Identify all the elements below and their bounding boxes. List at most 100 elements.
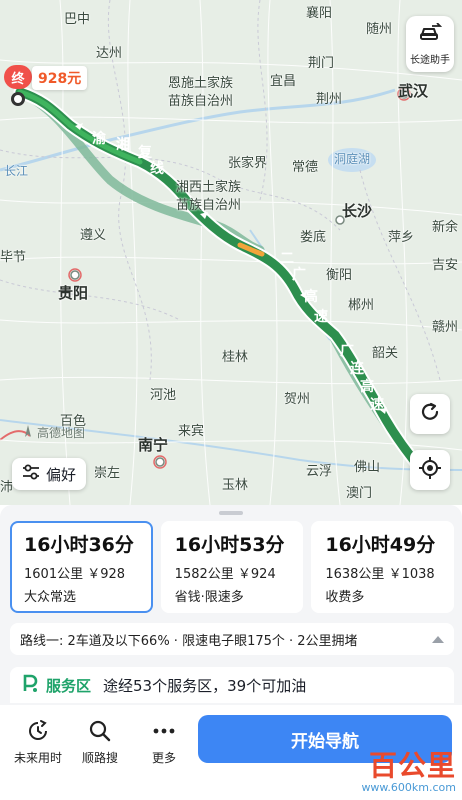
city-label: 来宾 bbox=[178, 424, 205, 439]
route-option-1[interactable]: 16小时36分 1601公里 ￥928 大众常选 bbox=[10, 521, 153, 613]
service-area-title: 服务区 bbox=[46, 676, 92, 695]
refresh-button[interactable] bbox=[410, 394, 450, 434]
city-label: 长沙 bbox=[342, 202, 373, 220]
city-label: 湘西土家族 bbox=[176, 180, 242, 195]
route-distance: 1638公里 bbox=[325, 567, 385, 582]
search-along-button[interactable]: 顺路搜 bbox=[72, 717, 128, 766]
action-bar: 未来用时 顺路搜 更多 开始导航 百公里 www.600km.com bbox=[0, 705, 462, 800]
city-label: 云浮 bbox=[306, 464, 333, 479]
route-option-2[interactable]: 16小时53分 1582公里 ￥924 省钱·限速多 bbox=[160, 521, 304, 613]
road-label: 高 bbox=[304, 289, 318, 305]
city-label: 随州 bbox=[366, 22, 393, 37]
route-option-3[interactable]: 16小时49分 1638公里 ￥1038 收费多 bbox=[311, 521, 455, 613]
more-label: 更多 bbox=[151, 751, 176, 765]
route-tag: 收费多 bbox=[325, 590, 365, 605]
road-label: 广 bbox=[340, 343, 354, 359]
city-label: 苗族自治州 bbox=[168, 94, 234, 109]
route-info-bar[interactable]: 路线一: 2车道及以下66% · 限速电子眼175个 · 2公里拥堵 bbox=[10, 623, 454, 655]
search-icon bbox=[88, 717, 112, 745]
brand-watermark: 百公里 www.600km.com bbox=[361, 749, 456, 795]
sheet-drag-handle[interactable] bbox=[219, 511, 243, 515]
clock-icon bbox=[26, 717, 50, 745]
city-label: 张家界 bbox=[228, 156, 268, 171]
map-view[interactable]: 巴中 达州 襄阳 随州 荆门 恩施土家族 苗族自治州 宜昌 荆州 武汉 长江 张… bbox=[0, 0, 462, 505]
watermark-text: 高德地图 bbox=[37, 426, 86, 440]
city-label: 南宁 bbox=[138, 436, 169, 454]
city-label: 澳门 bbox=[346, 486, 373, 501]
city-label: 崇左 bbox=[94, 466, 121, 481]
locate-icon bbox=[418, 456, 442, 484]
route-sheet: 16小时36分 1601公里 ￥928 大众常选 16小时53分 1582公里 … bbox=[0, 505, 462, 800]
road-label: 速 bbox=[314, 309, 328, 325]
route-distance: 1582公里 bbox=[174, 567, 234, 582]
city-label: 新余 bbox=[432, 220, 459, 235]
city-label: 桂林 bbox=[222, 350, 249, 365]
city-label: 贺州 bbox=[284, 392, 311, 407]
more-button[interactable]: 更多 bbox=[136, 717, 192, 766]
road-label: 高 bbox=[360, 379, 374, 395]
city-label: 荆州 bbox=[316, 92, 343, 107]
refresh-icon bbox=[419, 401, 441, 427]
route-info-text: 路线一: 2车道及以下66% · 限速电子眼175个 · 2公里拥堵 bbox=[20, 633, 358, 649]
locate-button[interactable] bbox=[410, 450, 450, 490]
city-label: 佛山 bbox=[354, 460, 381, 475]
service-area-detail: 途经53个服务区，39个可加油 bbox=[103, 676, 307, 695]
route-time: 16小时49分 bbox=[325, 534, 436, 556]
city-label: 贵阳 bbox=[58, 284, 89, 302]
future-time-button[interactable]: 未来用时 bbox=[10, 717, 66, 766]
search-along-label: 顺路搜 bbox=[81, 751, 118, 765]
route-time: 16小时53分 bbox=[174, 534, 285, 556]
city-label: 常德 bbox=[292, 160, 319, 175]
service-area-icon bbox=[20, 673, 40, 697]
city-label: 苗族自治州 bbox=[176, 198, 242, 213]
destination-dot bbox=[11, 92, 25, 106]
road-label: 连 bbox=[350, 361, 364, 377]
route-time: 16小时36分 bbox=[24, 534, 134, 556]
road-label: 渝 bbox=[92, 131, 106, 147]
sliders-icon bbox=[22, 464, 40, 484]
city-label: 武汉 bbox=[398, 82, 429, 100]
route-meta: 1638公里 ￥1038 bbox=[325, 563, 452, 582]
route-tag: 省钱·限速多 bbox=[174, 590, 244, 605]
city-label: 娄底 bbox=[300, 230, 327, 245]
car-icon bbox=[418, 21, 443, 47]
route-toll: ￥928 bbox=[87, 567, 126, 582]
route-distance: 1601公里 bbox=[24, 567, 84, 582]
city-label: 襄阳 bbox=[306, 6, 333, 21]
city-label: 萍乡 bbox=[388, 230, 415, 245]
compass-icon bbox=[22, 425, 34, 440]
brand-name: 百公里 bbox=[368, 749, 456, 782]
road-label: 广 bbox=[292, 267, 306, 283]
city-label: 毕节 bbox=[0, 250, 27, 265]
road-label: 线 bbox=[150, 161, 164, 177]
route-options: 16小时36分 1601公里 ￥928 大众常选 16小时53分 1582公里 … bbox=[10, 521, 455, 613]
city-label: 河池 bbox=[150, 388, 177, 403]
preference-button[interactable]: 偏好 bbox=[12, 458, 87, 490]
map-watermark: 高德地图 bbox=[22, 424, 85, 441]
road-label: 速 bbox=[370, 397, 384, 413]
destination-marker[interactable]: 终 bbox=[4, 65, 32, 89]
city-label: 衡阳 bbox=[326, 268, 353, 283]
route-toll: ￥1038 bbox=[388, 567, 435, 582]
future-time-label: 未来用时 bbox=[13, 751, 62, 765]
city-label: 吉安 bbox=[432, 258, 459, 273]
route-toll: ￥924 bbox=[237, 567, 276, 582]
road-label: 湘 bbox=[116, 137, 130, 153]
service-area-bar[interactable]: 服务区 途经53个服务区，39个可加油 bbox=[10, 667, 454, 703]
road-label: 二 bbox=[280, 251, 294, 267]
long-trip-assistant-button[interactable]: 长途助手 bbox=[406, 16, 454, 72]
more-icon bbox=[152, 717, 176, 745]
city-label: 玉林 bbox=[222, 478, 249, 493]
road-label: 复 bbox=[138, 145, 152, 161]
route-meta: 1582公里 ￥924 bbox=[175, 563, 302, 582]
long-trip-assistant-label: 长途助手 bbox=[410, 54, 450, 66]
toll-tag[interactable]: 928元 bbox=[32, 66, 88, 90]
route-meta: 1601公里 ￥928 bbox=[24, 563, 151, 582]
route-tag: 大众常选 bbox=[24, 590, 77, 605]
chevron-up-icon bbox=[432, 635, 444, 643]
lake-label: 洞庭湖 bbox=[334, 152, 371, 166]
brand-url: www.600km.com bbox=[361, 781, 456, 794]
city-label: 荆门 bbox=[308, 56, 335, 71]
city-label: 郴州 bbox=[348, 298, 375, 313]
city-label: 恩施土家族 bbox=[168, 76, 234, 91]
